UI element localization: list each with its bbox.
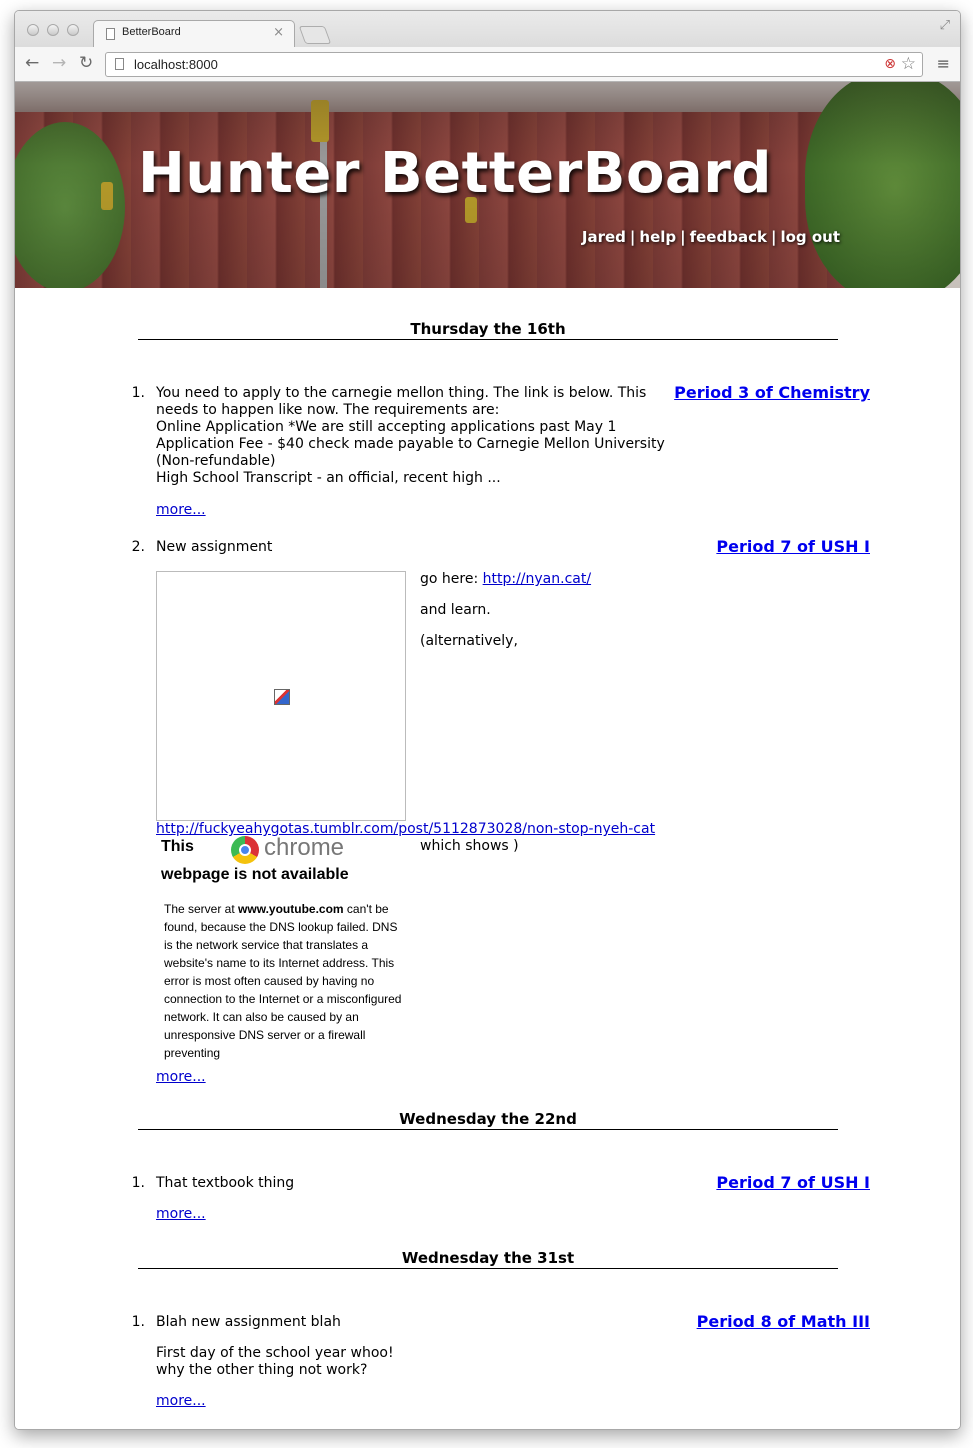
description-line: (Non-refundable)	[156, 453, 276, 469]
menu-icon[interactable]: ≡	[937, 54, 950, 73]
site-title: Hunter BetterBoard	[138, 141, 772, 206]
browser-window: BetterBoard × ⤢ ← → ↻ localhost:8000 ⊗ ☆…	[14, 10, 961, 1430]
url-text: localhost:8000	[134, 57, 218, 72]
more-link[interactable]: more...	[156, 502, 206, 519]
page-icon	[115, 58, 124, 70]
tab-close-icon[interactable]: ×	[273, 25, 284, 40]
text-go-here: go here:	[420, 571, 483, 587]
item-text-line: and learn.	[420, 602, 491, 618]
nav-separator: |	[770, 228, 777, 246]
nav-log-out[interactable]: log out	[780, 228, 840, 246]
day-heading: Thursday the 16th	[138, 320, 838, 340]
item-title: New assignment	[156, 539, 273, 555]
bookmark-star-icon[interactable]: ☆	[901, 54, 916, 74]
item-text-line: (alternatively,	[420, 633, 518, 649]
item-title: Blah new assignment blah	[156, 1314, 341, 1330]
item-number: 2.	[131, 539, 145, 555]
tab-strip: BetterBoard × ⤢	[15, 11, 960, 48]
error-message-host: www.youtube.com	[238, 902, 344, 916]
forward-arrow-icon[interactable]: →	[52, 53, 66, 73]
minimize-window-button[interactable]	[47, 24, 59, 36]
top-nav: Jared | help | feedback | log out	[582, 228, 840, 246]
reload-icon[interactable]: ↻	[79, 53, 93, 73]
nav-separator: |	[629, 228, 636, 246]
description-line: why the other thing not work?	[156, 1362, 368, 1378]
course-link[interactable]: Period 7 of USH I	[716, 538, 870, 555]
item-description: First day of the school year whoo! why t…	[156, 1345, 394, 1379]
page-viewport: Hunter BetterBoard Jared | help | feedback | l…	[15, 82, 960, 1429]
item-description: You need to apply to the carnegie mellon…	[156, 385, 665, 487]
new-tab-button[interactable]	[298, 26, 332, 44]
broken-image-icon	[274, 689, 290, 705]
zoom-window-button[interactable]	[67, 24, 79, 36]
browser-toolbar: ← → ↻ localhost:8000 ⊗ ☆ ≡	[15, 47, 960, 82]
day-heading: Wednesday the 22nd	[138, 1110, 838, 1130]
more-link[interactable]: more...	[156, 1069, 206, 1086]
more-link[interactable]: more...	[156, 1206, 206, 1223]
course-link[interactable]: Period 8 of Math III	[697, 1313, 870, 1330]
error-title-this: This	[161, 838, 194, 855]
description-line: needs to happen like now. The requiremen…	[156, 402, 500, 418]
item-number: 1.	[131, 385, 145, 401]
close-window-button[interactable]	[27, 24, 39, 36]
item-number: 1.	[131, 1314, 145, 1330]
item-text-line: which shows )	[420, 838, 519, 854]
error-message-prefix: The server at	[164, 902, 239, 916]
address-bar[interactable]: localhost:8000 ⊗ ☆	[105, 52, 923, 77]
description-line: First day of the school year whoo!	[156, 1345, 394, 1361]
header-banner: Hunter BetterBoard Jared | help | feedback | l…	[15, 82, 960, 288]
course-link[interactable]: Period 3 of Chemistry	[674, 384, 870, 401]
item-title: That textbook thing	[156, 1175, 295, 1191]
blocked-content-icon[interactable]: ⊗	[884, 56, 896, 72]
embedded-video-error: This chrome webpage is not available The…	[156, 834, 406, 1074]
nav-help[interactable]: help	[639, 228, 676, 246]
fullscreen-icon[interactable]: ⤢	[940, 18, 950, 33]
error-message: The server at www.youtube.com can't be f…	[164, 900, 404, 1062]
item-number: 1.	[131, 1175, 145, 1191]
nav-separator: |	[680, 228, 686, 246]
description-line: Application Fee - $40 check made payable…	[156, 436, 665, 452]
description-line: Online Application *We are still accepti…	[156, 419, 617, 435]
tab-title: BetterBoard	[122, 26, 181, 38]
more-link[interactable]: more...	[156, 1393, 206, 1410]
broken-image	[156, 571, 406, 821]
chrome-wordmark: chrome	[264, 834, 345, 861]
chrome-logo-icon	[231, 836, 259, 864]
page-icon	[106, 28, 115, 40]
error-message-body: can't be found, because the DNS lookup f…	[164, 902, 402, 1060]
item-text-line: go here: http://nyan.cat/	[420, 571, 591, 587]
nyan-link[interactable]: http://nyan.cat/	[483, 571, 591, 587]
course-link[interactable]: Period 7 of USH I	[716, 1174, 870, 1191]
tab-betterboard[interactable]: BetterBoard ×	[93, 20, 295, 48]
description-line: High School Transcript - an official, re…	[156, 470, 501, 486]
description-line: You need to apply to the carnegie mellon…	[156, 385, 647, 401]
back-arrow-icon[interactable]: ←	[25, 53, 39, 73]
error-heading: webpage is not available	[161, 866, 349, 883]
nav-user-jared[interactable]: Jared	[582, 228, 626, 246]
day-heading: Wednesday the 31st	[138, 1249, 838, 1269]
nav-feedback[interactable]: feedback	[690, 228, 767, 246]
